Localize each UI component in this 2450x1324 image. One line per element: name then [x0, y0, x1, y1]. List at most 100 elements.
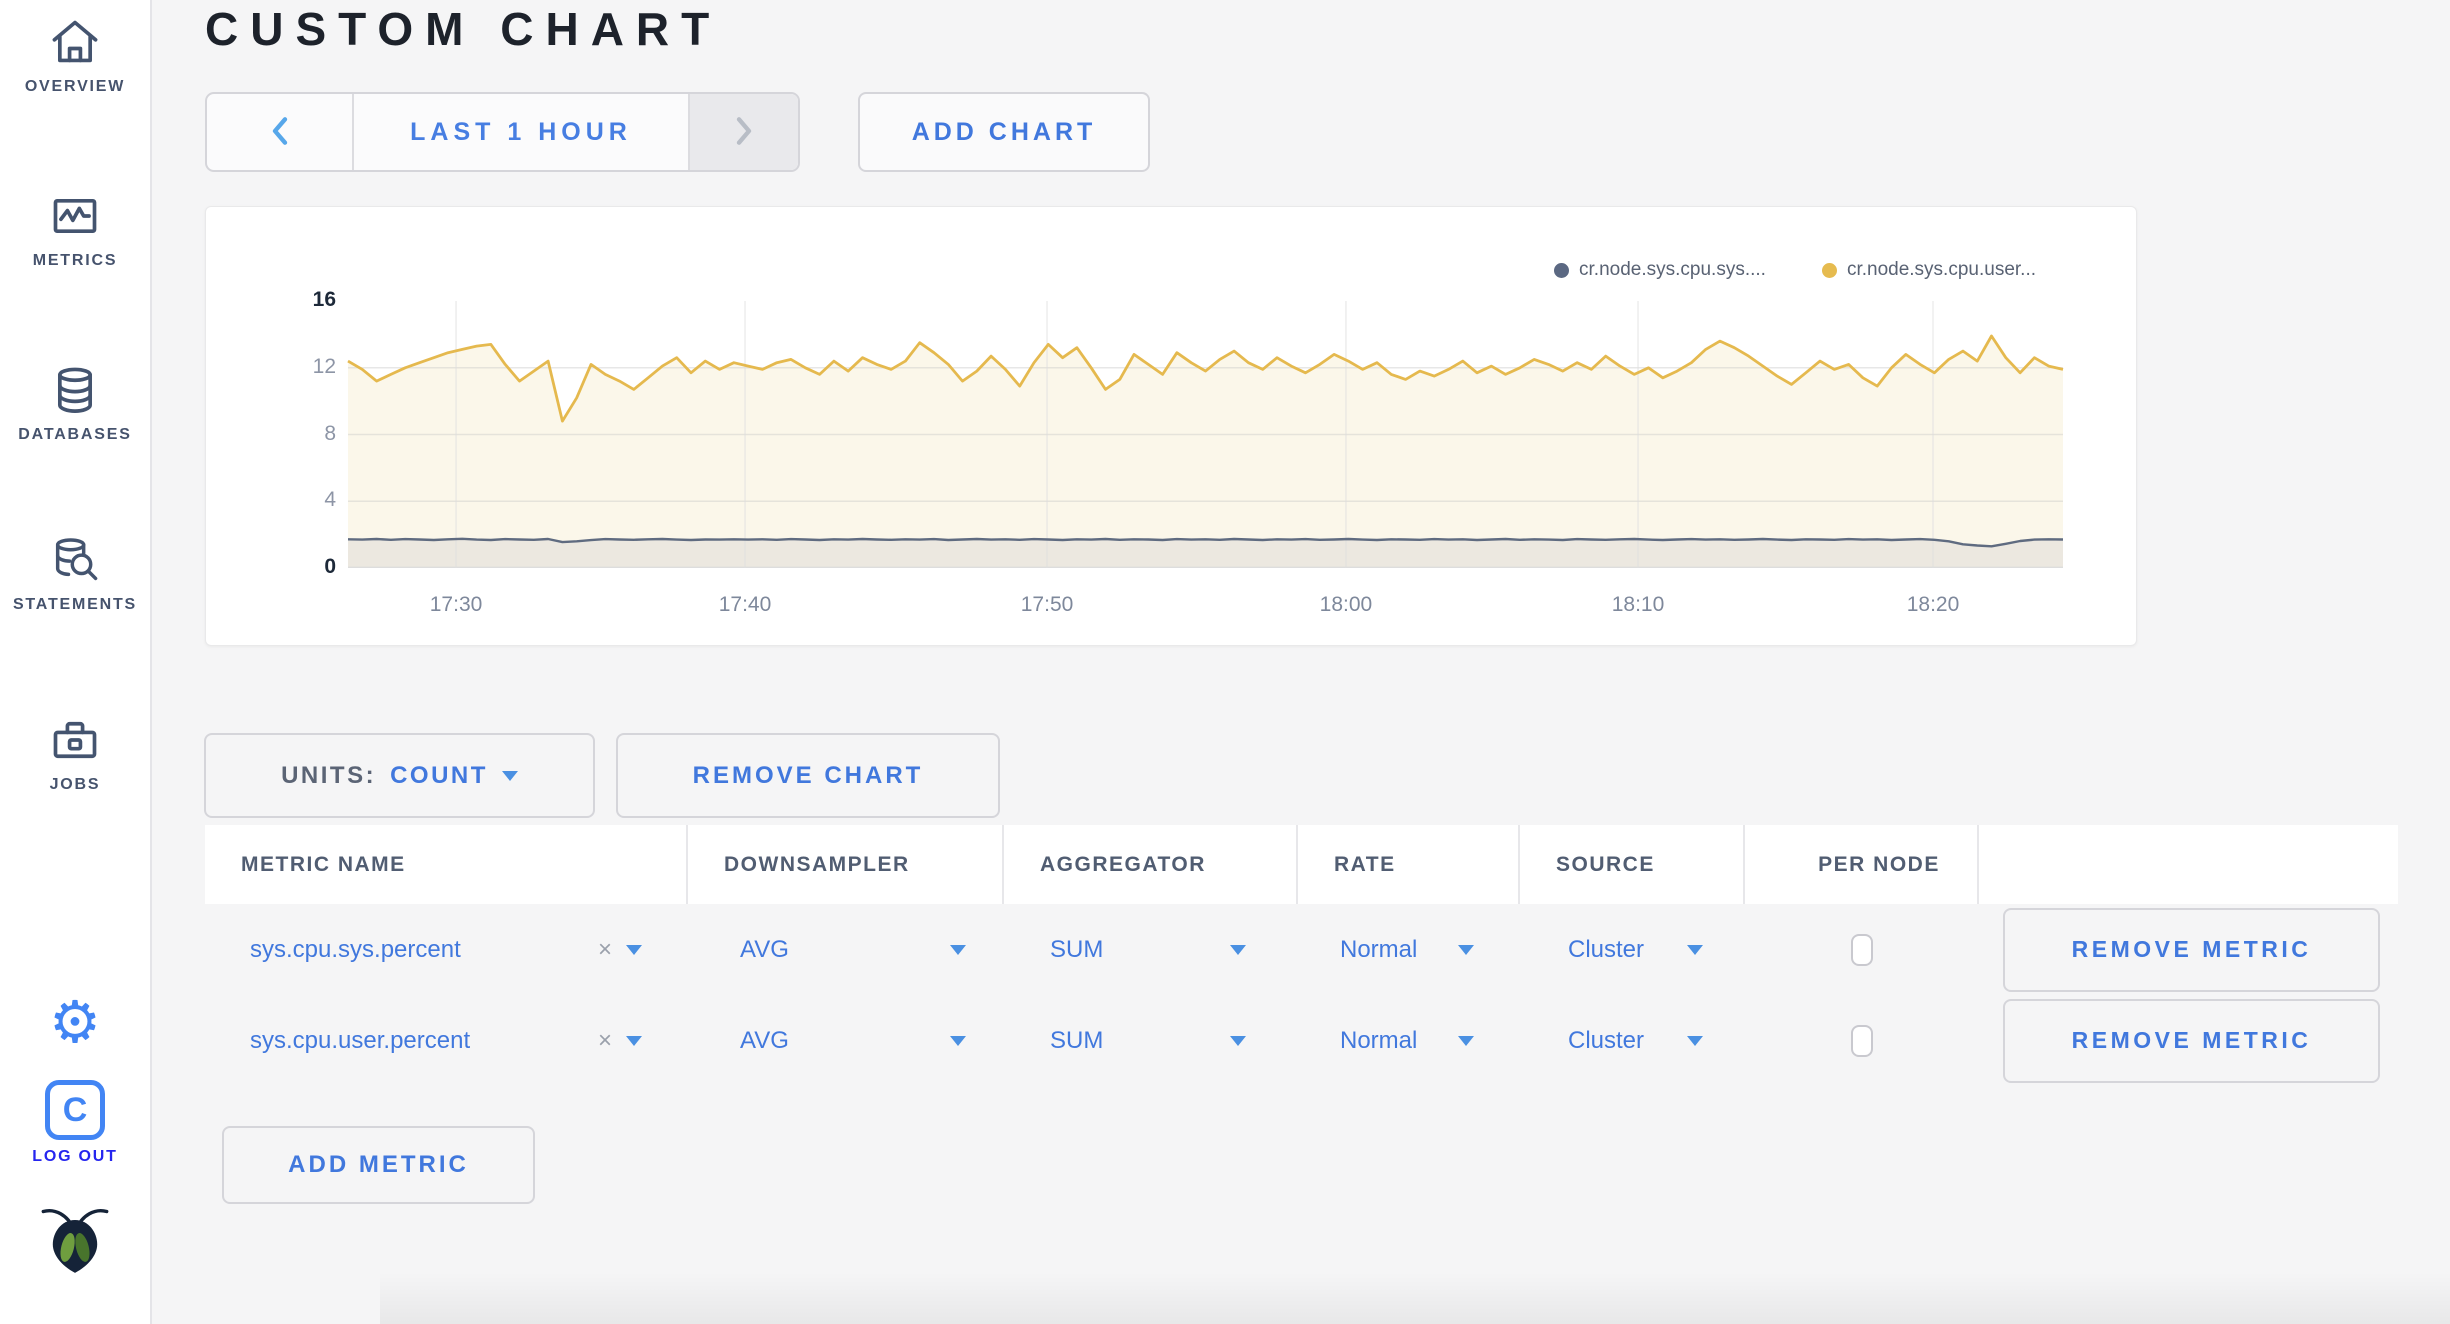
- legend-label: cr.node.sys.cpu.user...: [1846, 259, 2036, 280]
- sidebar-item-label: JOBS: [49, 776, 101, 793]
- table-row: sys.cpu.user.percent × AVG SUM Normal Cl…: [205, 995, 2398, 1086]
- aggregator-value: SUM: [1050, 1026, 1104, 1054]
- legend-dot-user: [1821, 262, 1837, 278]
- sidebar-item-overview[interactable]: OVERVIEW: [0, 14, 150, 96]
- column-header-aggregator: AGGREGATOR: [1004, 825, 1298, 904]
- clear-metric-icon[interactable]: ×: [598, 1027, 612, 1055]
- add-metric-button[interactable]: ADD METRIC: [222, 1126, 535, 1204]
- y-axis-label: 12: [312, 354, 336, 378]
- time-prev-button[interactable]: [207, 94, 354, 170]
- settings-button[interactable]: ⚙: [0, 994, 150, 1052]
- legend-label: cr.node.sys.cpu.sys....: [1579, 259, 1766, 280]
- y-axis-label: 0: [324, 555, 336, 578]
- units-dropdown[interactable]: UNITS: COUNT: [204, 733, 595, 818]
- chevron-left-icon: [269, 116, 291, 149]
- remove-metric-button[interactable]: REMOVE METRIC: [2003, 907, 2380, 992]
- column-header-source: SOURCE: [1520, 825, 1745, 904]
- source-value: Cluster: [1568, 1026, 1645, 1054]
- chart-legend: cr.node.sys.cpu.sys.... cr.node.sys.cpu.…: [1554, 259, 2036, 281]
- x-axis-label: 18:10: [1611, 593, 1665, 616]
- chevron-down-icon: [950, 944, 966, 955]
- sidebar-item-databases[interactable]: DATABASES: [0, 362, 150, 444]
- column-header-downsampler: DOWNSAMPLER: [688, 825, 1004, 904]
- bottom-shadow: [380, 1272, 2450, 1324]
- aggregator-dropdown[interactable]: SUM: [1004, 936, 1298, 964]
- cockroach-c-icon: C: [45, 1080, 105, 1140]
- metrics-table: METRIC NAME DOWNSAMPLER AGGREGATOR RATE …: [205, 825, 2398, 1086]
- custom-chart-screen: OVERVIEW METRICS DATABASES STATEMENTS JO…: [0, 0, 2450, 1324]
- rate-value: Normal: [1340, 935, 1418, 963]
- rate-dropdown[interactable]: Normal: [1298, 936, 1520, 964]
- legend-item[interactable]: cr.node.sys.cpu.user...: [1821, 259, 2036, 281]
- column-header-rate: RATE: [1298, 825, 1520, 904]
- per-node-checkbox[interactable]: [1851, 933, 1873, 966]
- chart-plot[interactable]: 0 4 8 12 16 17:30 17:40 17:50 18:00 18:10 18:20: [313, 288, 2064, 616]
- x-axis-label: 18:20: [1906, 593, 1960, 616]
- line-chart: [347, 301, 2064, 568]
- sidebar-item-label: DATABASES: [18, 426, 132, 443]
- downsampler-dropdown[interactable]: AVG: [688, 936, 1004, 964]
- table-row: sys.cpu.sys.percent × AVG SUM Normal Clu…: [205, 904, 2398, 995]
- table-header-row: METRIC NAME DOWNSAMPLER AGGREGATOR RATE …: [205, 825, 2398, 904]
- source-value: Cluster: [1568, 935, 1645, 963]
- per-node-checkbox[interactable]: [1851, 1024, 1873, 1057]
- chevron-right-icon: [733, 116, 755, 149]
- sidebar-item-label: STATEMENTS: [12, 596, 138, 613]
- sidebar-item-metrics[interactable]: METRICS: [0, 188, 150, 270]
- log-out-label: LOG OUT: [32, 1148, 118, 1165]
- aggregator-value: SUM: [1050, 935, 1104, 963]
- downsampler-dropdown[interactable]: AVG: [688, 1027, 1004, 1055]
- y-axis-label: 8: [324, 421, 336, 445]
- units-value: COUNT: [390, 761, 488, 789]
- rate-dropdown[interactable]: Normal: [1298, 1027, 1520, 1055]
- time-next-button[interactable]: [688, 94, 798, 170]
- clear-metric-icon[interactable]: ×: [598, 936, 612, 964]
- sidebar-item-label: OVERVIEW: [24, 78, 126, 95]
- page-title: CUSTOM CHART: [205, 3, 722, 55]
- y-axis-label: 4: [324, 488, 336, 512]
- time-range-selector: LAST 1 HOUR: [205, 92, 800, 172]
- chevron-down-icon: [1687, 944, 1703, 955]
- aggregator-dropdown[interactable]: SUM: [1004, 1027, 1298, 1055]
- sidebar-item-statements[interactable]: STATEMENTS: [0, 532, 150, 614]
- y-axis-label: 16: [312, 288, 336, 311]
- chevron-down-icon[interactable]: [626, 944, 642, 955]
- add-chart-button[interactable]: ADD CHART: [858, 92, 1150, 172]
- column-header-metric-name: METRIC NAME: [205, 825, 688, 904]
- chevron-down-icon: [1230, 944, 1246, 955]
- x-axis-label: 18:00: [1319, 593, 1373, 616]
- x-axis-label: 17:40: [718, 593, 772, 616]
- remove-metric-button[interactable]: REMOVE METRIC: [2003, 998, 2380, 1083]
- rate-value: Normal: [1340, 1026, 1418, 1054]
- metric-name-value[interactable]: sys.cpu.user.percent: [205, 1027, 598, 1055]
- chevron-down-icon: [1687, 1035, 1703, 1046]
- cockroach-bug-icon: [0, 1200, 150, 1278]
- chevron-down-icon: [1230, 1035, 1246, 1046]
- x-axis-label: 17:50: [1020, 593, 1074, 616]
- remove-chart-button[interactable]: REMOVE CHART: [616, 733, 1000, 818]
- log-out-button[interactable]: C LOG OUT: [0, 1080, 150, 1166]
- time-range-label[interactable]: LAST 1 HOUR: [354, 94, 688, 170]
- chevron-down-icon[interactable]: [626, 1035, 642, 1046]
- column-header-actions: [1979, 825, 2398, 904]
- legend-item[interactable]: cr.node.sys.cpu.sys....: [1554, 259, 1766, 281]
- x-axis-label: 17:30: [429, 593, 483, 616]
- sidebar-item-label: METRICS: [32, 252, 118, 269]
- database-icon: [0, 362, 150, 418]
- column-header-per-node: PER NODE: [1745, 825, 1979, 904]
- metric-name-value[interactable]: sys.cpu.sys.percent: [205, 936, 598, 964]
- home-icon: [0, 14, 150, 70]
- chevron-down-icon: [501, 770, 518, 781]
- sidebar: OVERVIEW METRICS DATABASES STATEMENTS JO…: [0, 0, 152, 1324]
- downsampler-value: AVG: [740, 1026, 789, 1054]
- statements-icon: [0, 532, 150, 588]
- source-dropdown[interactable]: Cluster: [1520, 936, 1745, 964]
- downsampler-value: AVG: [740, 935, 789, 963]
- chart-card: cr.node.sys.cpu.sys.... cr.node.sys.cpu.…: [205, 206, 2137, 646]
- source-dropdown[interactable]: Cluster: [1520, 1027, 1745, 1055]
- chevron-down-icon: [1458, 1035, 1474, 1046]
- units-label: UNITS:: [281, 761, 377, 789]
- sidebar-item-jobs[interactable]: JOBS: [0, 712, 150, 794]
- metrics-icon: [0, 188, 150, 244]
- gear-icon: ⚙: [49, 990, 101, 1055]
